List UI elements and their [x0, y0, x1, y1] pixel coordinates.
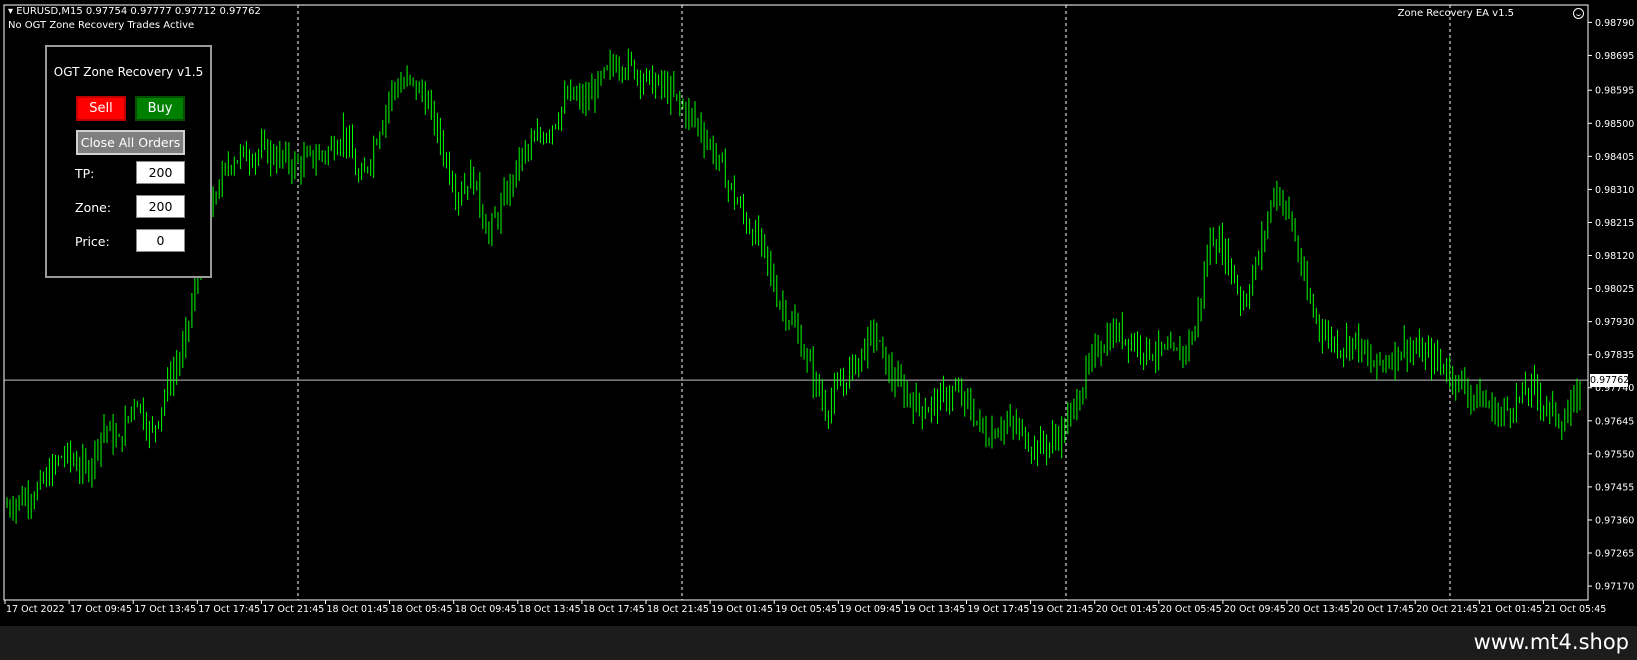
tp-label: TP:	[75, 166, 95, 181]
y-tick-label: 0.97550	[1595, 449, 1634, 460]
x-tick-label: 21 Oct 05:45	[1544, 604, 1606, 615]
x-tick-label: 18 Oct 09:45	[455, 604, 517, 615]
y-tick-label: 0.97645	[1595, 416, 1634, 427]
y-tick-label: 0.98310	[1595, 185, 1634, 196]
y-tick-label: 0.98215	[1595, 218, 1634, 229]
x-tick-label: 17 Oct 21:45	[262, 604, 324, 615]
price-input[interactable]	[136, 229, 185, 252]
y-tick-label: 0.98790	[1595, 18, 1634, 29]
smiley-icon	[1573, 8, 1584, 19]
x-tick-label: 19 Oct 05:45	[775, 604, 837, 615]
x-tick-label: 19 Oct 21:45	[1032, 604, 1094, 615]
panel-title: OGT Zone Recovery v1.5	[53, 65, 204, 79]
y-tick-label: 0.98500	[1595, 119, 1634, 130]
x-tick-label: 19 Oct 17:45	[968, 604, 1030, 615]
x-tick-label: 18 Oct 05:45	[391, 604, 453, 615]
x-tick-label: 17 Oct 17:45	[198, 604, 260, 615]
footer-bar: www.mt4.shop	[0, 626, 1637, 660]
x-tick-label: 21 Oct 01:45	[1480, 604, 1542, 615]
y-tick-label: 0.98695	[1595, 51, 1634, 62]
current-price-tag: 0.97762	[1590, 374, 1630, 388]
x-tick-label: 19 Oct 09:45	[839, 604, 901, 615]
x-tick-label: 17 Oct 2022	[6, 604, 65, 615]
y-tick-label: 0.97835	[1595, 350, 1634, 361]
y-tick-label: 0.98595	[1595, 86, 1634, 97]
price-chart[interactable]: 0.98790 0.98695 0.98595 0.98500 0.98405 0.983…	[0, 0, 1637, 626]
x-tick-label: 18 Oct 01:45	[327, 604, 389, 615]
footer-watermark: www.mt4.shop	[1473, 630, 1629, 654]
plot-frame	[3, 4, 1589, 601]
zone-input[interactable]	[136, 195, 185, 218]
chart-area[interactable]: 0.98790 0.98695 0.98595 0.98500 0.98405 0.983…	[0, 0, 1637, 626]
x-tick-label: 18 Oct 13:45	[519, 604, 581, 615]
x-tick-label: 19 Oct 01:45	[711, 604, 773, 615]
x-tick-label: 20 Oct 05:45	[1160, 604, 1222, 615]
x-tick-label: 20 Oct 09:45	[1224, 604, 1286, 615]
y-tick-label: 0.97170	[1595, 582, 1634, 593]
buy-button[interactable]: Buy	[135, 96, 185, 121]
x-tick-label: 19 Oct 13:45	[903, 604, 965, 615]
ea-label: Zone Recovery EA v1.5	[1397, 8, 1514, 19]
price-label: Price:	[75, 234, 110, 249]
symbol-info: ▾ EURUSD,M15 0.97754 0.97777 0.97712 0.9…	[8, 6, 261, 17]
y-tick-label: 0.97265	[1595, 549, 1634, 560]
x-tick-label: 20 Oct 17:45	[1352, 604, 1414, 615]
y-tick-label: 0.98025	[1595, 284, 1634, 295]
x-tick-label: 20 Oct 21:45	[1416, 604, 1478, 615]
y-tick-label: 0.98405	[1595, 152, 1634, 163]
status-text: No OGT Zone Recovery Trades Active	[8, 20, 195, 31]
tp-input[interactable]	[136, 161, 185, 184]
y-tick-label: 0.97930	[1595, 317, 1634, 328]
zone-recovery-panel: OGT Zone Recovery v1.5 Sell Buy Close Al…	[45, 45, 212, 278]
x-tick-label: 18 Oct 21:45	[647, 604, 709, 615]
x-tick-label: 17 Oct 13:45	[134, 604, 196, 615]
x-tick-label: 20 Oct 13:45	[1288, 604, 1350, 615]
x-tick-label: 18 Oct 17:45	[583, 604, 645, 615]
y-tick-label: 0.98120	[1595, 251, 1634, 262]
zone-label: Zone:	[75, 200, 112, 215]
y-tick-label: 0.97455	[1595, 482, 1634, 493]
x-tick-label: 17 Oct 09:45	[70, 604, 132, 615]
dropdown-arrow-icon[interactable]: ▾	[8, 6, 16, 17]
sell-button[interactable]: Sell	[76, 96, 126, 121]
close-all-orders-button[interactable]: Close All Orders	[76, 130, 185, 155]
x-tick-label: 20 Oct 01:45	[1096, 604, 1158, 615]
y-tick-label: 0.97360	[1595, 515, 1634, 526]
